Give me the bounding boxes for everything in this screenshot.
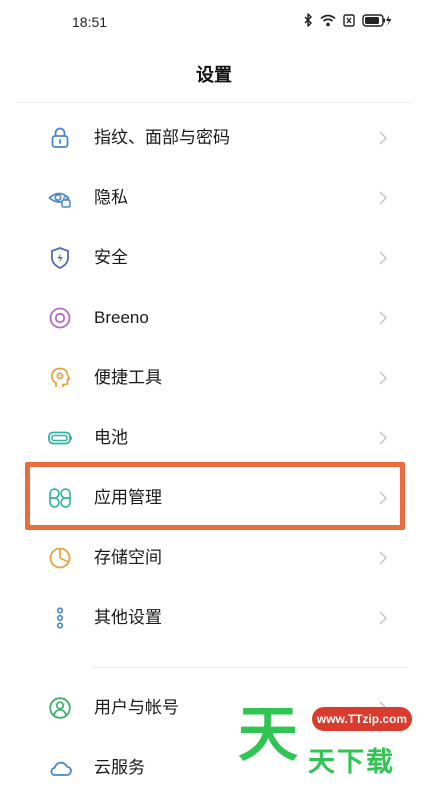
breeno-icon [47,305,73,331]
settings-item-storage[interactable]: 存储空间 [0,528,428,588]
settings-item-cloud-service[interactable]: 云服务 [0,738,428,791]
settings-item-label: 电池 [94,428,128,447]
status-bar: 18:51 [0,0,428,44]
settings-item-app-management[interactable]: 应用管理 [0,468,428,528]
settings-item-privacy[interactable]: 隐私 [0,168,428,228]
wifi-icon [320,14,336,27]
settings-item-label: 用户与帐号 [94,698,179,717]
settings-item-label: 应用管理 [94,488,162,507]
battery-charging-icon [362,13,392,27]
other-settings-icon [47,605,73,631]
bluetooth-icon [304,13,313,27]
settings-item-label: 便捷工具 [94,368,162,387]
page-title: 设置 [196,65,232,85]
settings-list: 指纹、面部与密码 隐私 安全 Breeno 便捷工具 电池 应用管理 存储空间 … [0,108,428,791]
chevron-right-icon [378,430,388,446]
header-divider [16,102,412,103]
settings-item-label: 隐私 [94,188,128,207]
settings-item-users-accounts[interactable]: 用户与帐号 [0,678,428,738]
settings-item-label: 指纹、面部与密码 [94,128,230,147]
chevron-right-icon [378,700,388,716]
app-management-icon [47,485,73,511]
chevron-right-icon [378,190,388,206]
status-icons [304,13,392,27]
chevron-right-icon [378,550,388,566]
chevron-right-icon [378,490,388,506]
settings-item-label: 存储空间 [94,548,162,567]
privacy-eye-icon [47,185,73,211]
storage-icon [47,545,73,571]
sim-icon [343,13,355,27]
chevron-right-icon [378,310,388,326]
lock-icon [47,125,73,151]
chevron-right-icon [378,610,388,626]
settings-item-battery[interactable]: 电池 [0,408,428,468]
settings-item-label: 其他设置 [94,608,162,627]
chevron-right-icon [378,250,388,266]
settings-item-convenience-tools[interactable]: 便捷工具 [0,348,428,408]
settings-item-fingerprint-face-password[interactable]: 指纹、面部与密码 [0,108,428,168]
settings-item-label: 安全 [94,248,128,267]
user-account-icon [47,695,73,721]
battery-icon [47,425,73,451]
header: 设置 [0,58,428,94]
settings-item-security[interactable]: 安全 [0,228,428,288]
settings-item-label: Breeno [94,308,149,327]
cloud-icon [47,755,73,781]
chevron-right-icon [378,370,388,386]
chevron-right-icon [378,130,388,146]
settings-item-breeno[interactable]: Breeno [0,288,428,348]
settings-item-label: 云服务 [94,758,145,777]
chevron-right-icon [378,760,388,776]
convenience-tools-icon [47,365,73,391]
status-time: 18:51 [72,14,108,30]
security-shield-icon [47,245,73,271]
settings-item-other-settings[interactable]: 其他设置 [0,588,428,648]
